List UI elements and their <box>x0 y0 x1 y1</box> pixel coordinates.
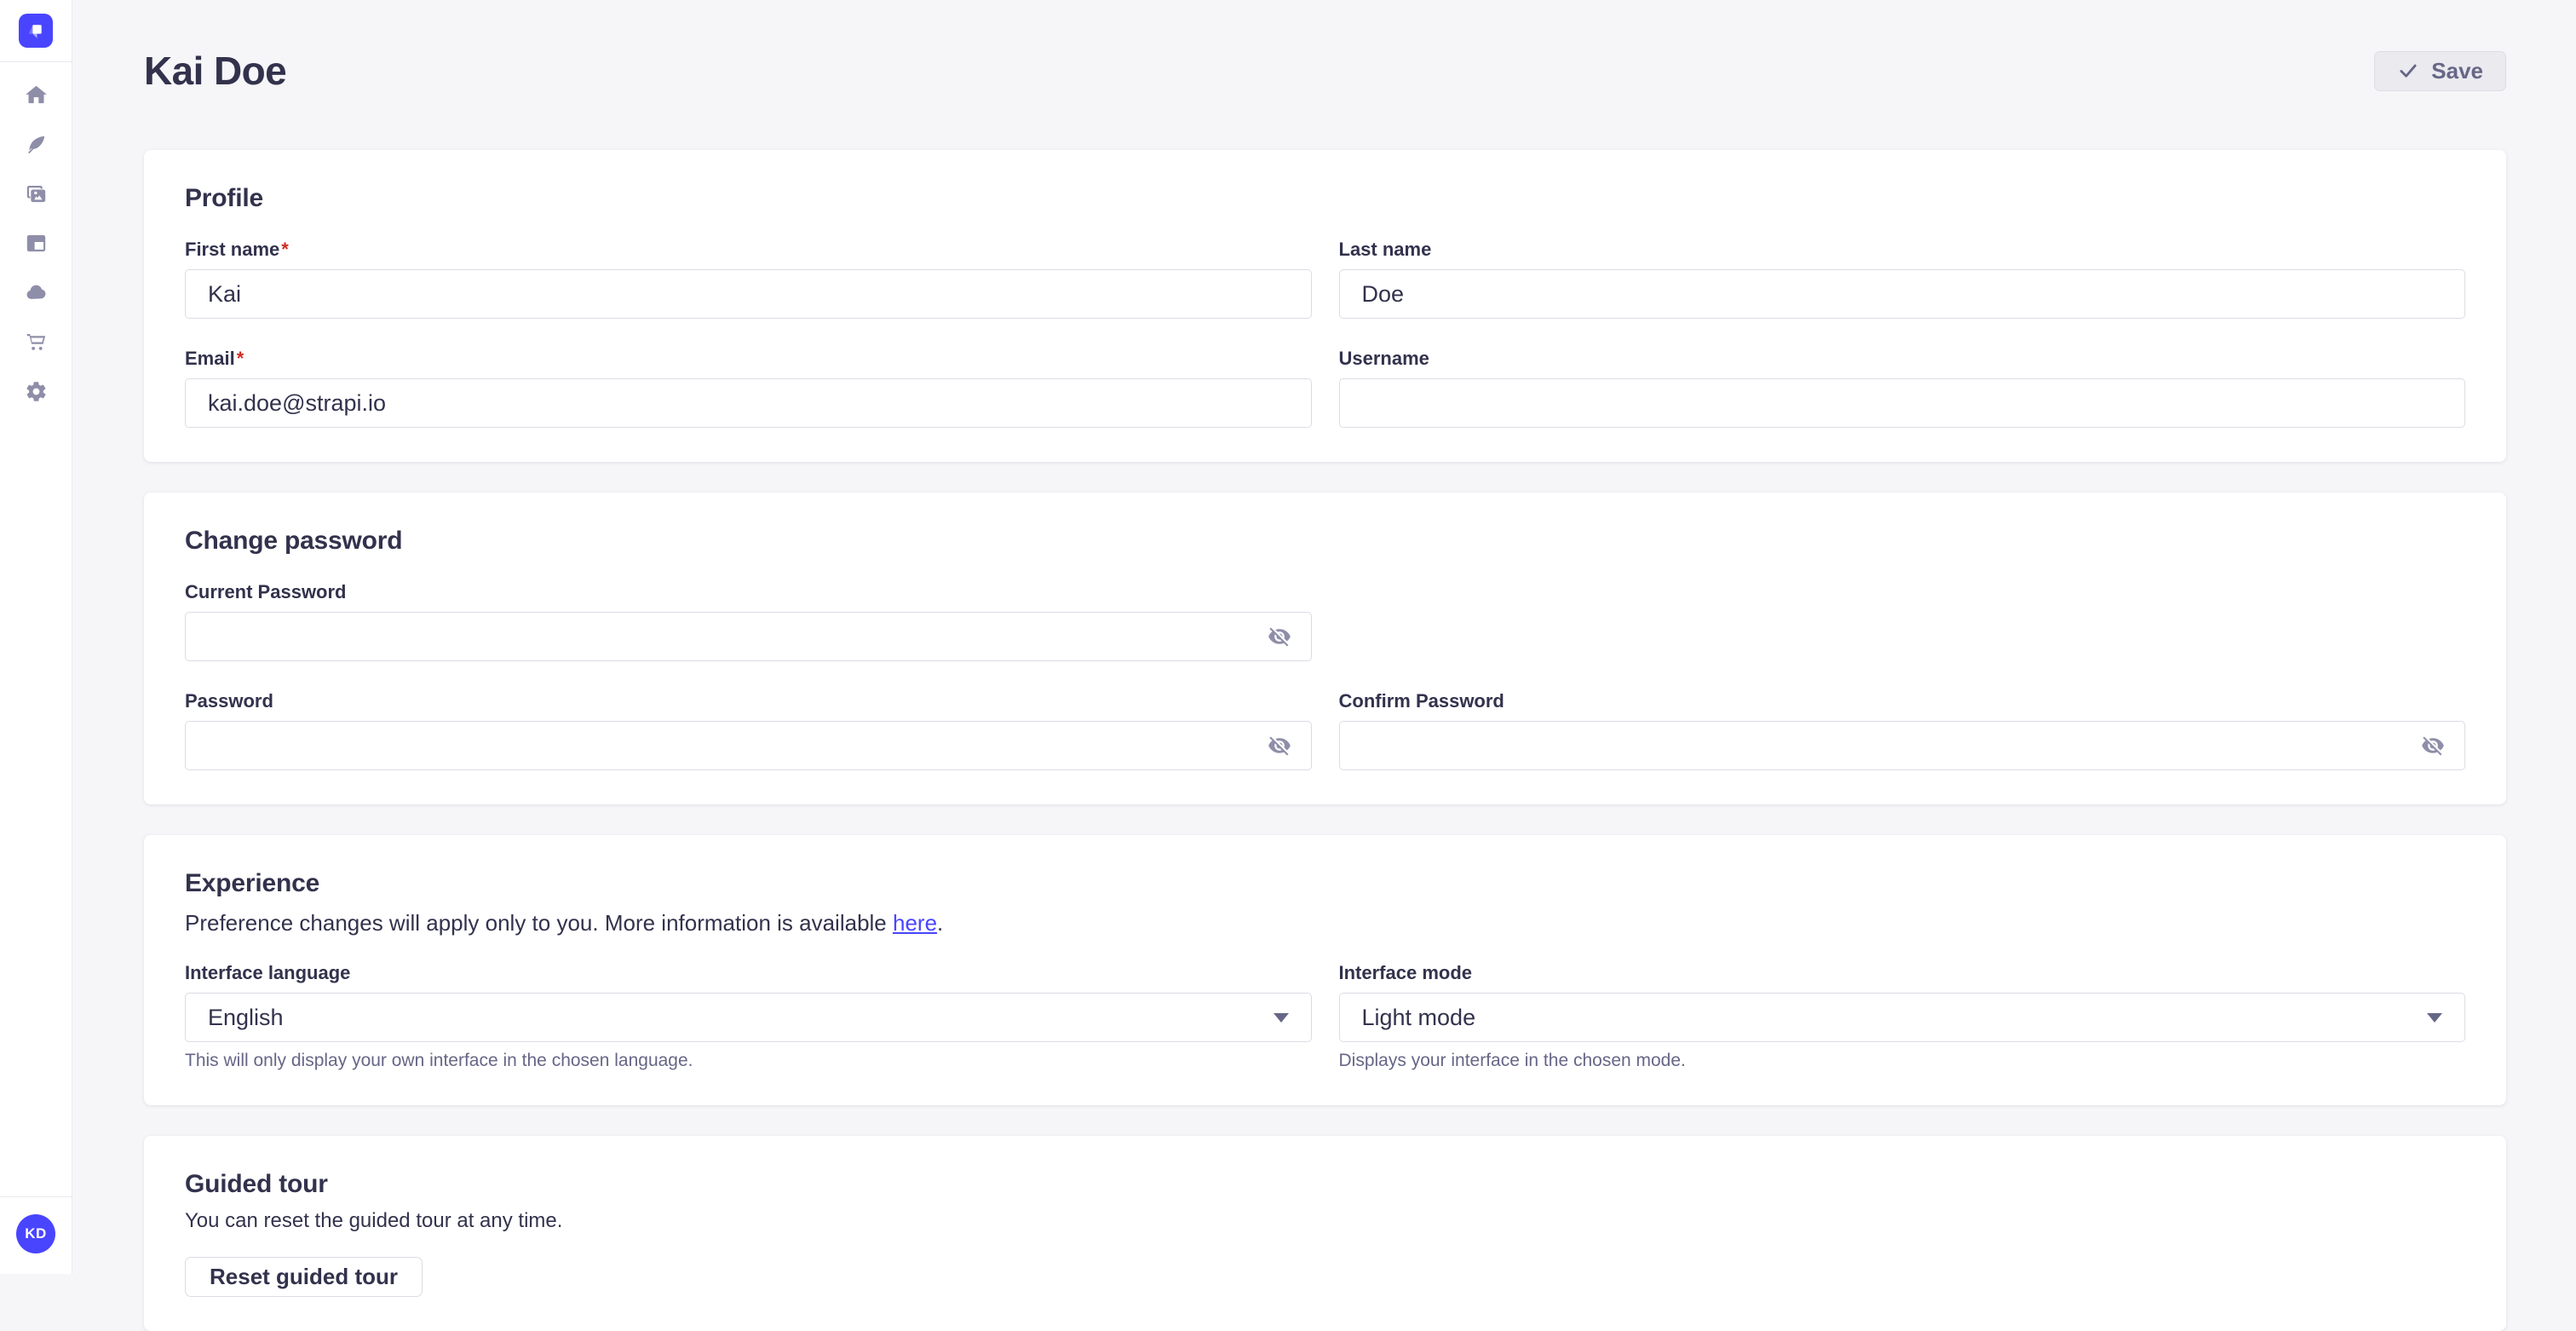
experience-field-grid: Interface language English This will onl… <box>185 962 2465 1071</box>
sidebar: KD <box>0 0 72 1274</box>
new-password-label: Password <box>185 690 1312 712</box>
eye-slash-icon <box>1268 625 1291 648</box>
main-content: Kai Doe Save Profile First name* Last na… <box>72 0 2576 1331</box>
interface-language-label: Interface language <box>185 962 1312 984</box>
guided-tour-section-title: Guided tour <box>185 1170 2465 1199</box>
current-password-input[interactable] <box>185 612 1312 661</box>
profile-section-title: Profile <box>185 184 2465 213</box>
guided-tour-card: Guided tour You can reset the guided tou… <box>144 1136 2506 1331</box>
strapi-logo[interactable] <box>19 14 53 48</box>
reset-guided-tour-button[interactable]: Reset guided tour <box>185 1257 423 1297</box>
chevron-down-icon <box>1274 1013 1289 1023</box>
page-header: Kai Doe Save <box>144 48 2506 94</box>
interface-mode-hint: Displays your interface in the chosen mo… <box>1339 1051 2466 1071</box>
username-input[interactable] <box>1339 378 2466 428</box>
sidebar-item-settings[interactable] <box>17 379 55 403</box>
toggle-confirm-password-visibility-button[interactable] <box>2416 729 2450 763</box>
first-name-input[interactable] <box>185 269 1312 319</box>
sidebar-item-cloud[interactable] <box>17 280 55 304</box>
current-password-field: Current Password <box>185 581 1312 661</box>
save-button-label: Save <box>2431 58 2483 84</box>
email-label: Email* <box>185 348 1312 370</box>
last-name-field: Last name <box>1339 239 2466 319</box>
interface-language-field: Interface language English This will onl… <box>185 962 1312 1071</box>
interface-mode-field: Interface mode Light mode Displays your … <box>1339 962 2466 1071</box>
interface-mode-select[interactable]: Light mode <box>1339 993 2466 1042</box>
toggle-current-password-visibility-button[interactable] <box>1262 619 1297 654</box>
profile-field-grid: First name* Last name Email* Username <box>185 239 2465 428</box>
page-title: Kai Doe <box>144 48 286 94</box>
last-name-label: Last name <box>1339 239 2466 261</box>
change-password-card: Change password Current Password Passwor… <box>144 493 2506 804</box>
new-password-input[interactable] <box>185 721 1312 770</box>
profile-card: Profile First name* Last name Email* Use… <box>144 150 2506 462</box>
eye-slash-icon <box>1268 734 1291 758</box>
eye-slash-icon <box>2421 734 2445 758</box>
experience-description: Preference changes will apply only to yo… <box>185 910 2465 936</box>
first-name-field: First name* <box>185 239 1312 319</box>
check-icon <box>2397 60 2419 82</box>
sidebar-item-content-manager[interactable] <box>17 132 55 156</box>
save-button[interactable]: Save <box>2374 51 2506 91</box>
strapi-logo-icon <box>25 20 47 42</box>
required-asterisk: * <box>281 239 289 260</box>
interface-mode-label: Interface mode <box>1339 962 2466 984</box>
password-section-title: Change password <box>185 527 2465 556</box>
sidebar-item-home[interactable] <box>17 83 55 107</box>
confirm-password-label: Confirm Password <box>1339 690 2466 712</box>
interface-language-hint: This will only display your own interfac… <box>185 1051 1312 1071</box>
gear-icon <box>25 380 48 403</box>
sidebar-item-content-type-builder[interactable] <box>17 231 55 255</box>
password-field-grid: Current Password Password <box>185 581 2465 770</box>
logo-area <box>0 0 72 62</box>
media-library-icon <box>25 182 48 205</box>
sidebar-item-marketplace[interactable] <box>17 330 55 354</box>
username-field: Username <box>1339 348 2466 428</box>
first-name-label: First name* <box>185 239 1312 261</box>
confirm-password-input[interactable] <box>1339 721 2466 770</box>
required-asterisk: * <box>237 348 244 369</box>
sidebar-item-media-library[interactable] <box>17 182 55 205</box>
email-input[interactable] <box>185 378 1312 428</box>
user-avatar[interactable]: KD <box>16 1214 55 1253</box>
toggle-new-password-visibility-button[interactable] <box>1262 729 1297 763</box>
home-icon <box>25 84 48 107</box>
interface-mode-value: Light mode <box>1362 1005 1476 1031</box>
username-label: Username <box>1339 348 2466 370</box>
current-password-label: Current Password <box>185 581 1312 603</box>
confirm-password-field: Confirm Password <box>1339 690 2466 770</box>
more-information-link[interactable]: here <box>893 910 937 936</box>
new-password-field: Password <box>185 690 1312 770</box>
interface-language-select[interactable]: English <box>185 993 1312 1042</box>
last-name-input[interactable] <box>1339 269 2466 319</box>
cart-icon <box>25 331 48 354</box>
feather-icon <box>25 133 48 156</box>
interface-language-value: English <box>208 1005 284 1031</box>
sidebar-nav <box>17 83 55 1196</box>
email-field: Email* <box>185 348 1312 428</box>
experience-card: Experience Preference changes will apply… <box>144 835 2506 1105</box>
sidebar-footer: KD <box>0 1196 72 1274</box>
guided-tour-description: You can reset the guided tour at any tim… <box>185 1209 2465 1233</box>
layout-icon <box>25 232 48 255</box>
chevron-down-icon <box>2427 1013 2442 1023</box>
cloud-icon <box>25 281 48 304</box>
experience-section-title: Experience <box>185 869 2465 898</box>
